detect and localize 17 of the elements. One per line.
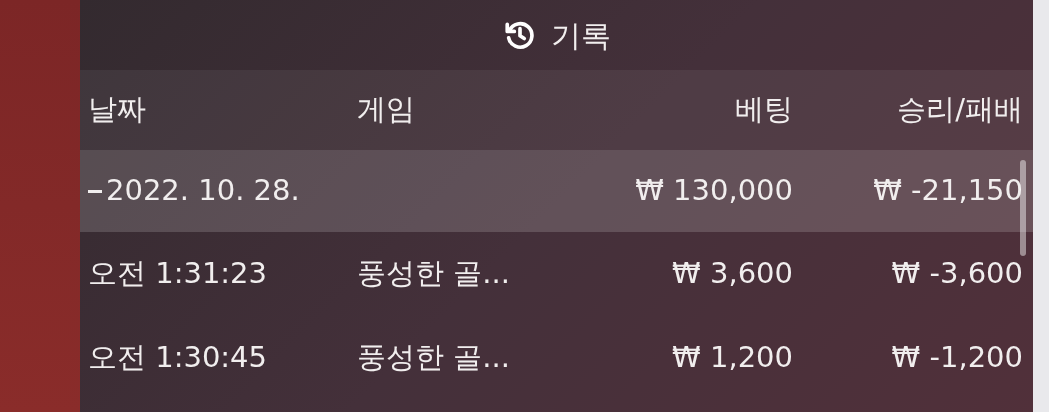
table-cell-text: ₩ 1,200 <box>672 339 793 377</box>
table-cell-text: ₩ 130,000 <box>635 172 793 210</box>
group-date-toggle[interactable]: 2022. 10. 28. <box>88 169 357 213</box>
column-header[interactable]: 베팅 <box>735 88 793 132</box>
table-cell-text: 오전 1:31:23 <box>88 255 268 293</box>
table-cell-text: 풍성한 골... <box>357 255 511 293</box>
table-cell-text: 오전 1:30:45 <box>88 339 268 377</box>
column-header[interactable]: 승리/패배 <box>897 88 1023 132</box>
table-cell-text: ₩ -3,600 <box>891 255 1023 293</box>
table-cell-text: ₩ 3,600 <box>672 255 793 293</box>
panel-title: 기록 <box>550 16 611 55</box>
column-header[interactable]: 게임 <box>357 88 557 132</box>
table-cell-text: 풍성한 골... <box>357 339 511 377</box>
column-header[interactable]: 날짜 <box>88 88 357 132</box>
table-cell-text: ₩ -1,200 <box>891 339 1023 377</box>
table-cell-text: ₩ -21,150 <box>873 172 1023 210</box>
group-date: 2022. 10. 28. <box>106 172 300 210</box>
